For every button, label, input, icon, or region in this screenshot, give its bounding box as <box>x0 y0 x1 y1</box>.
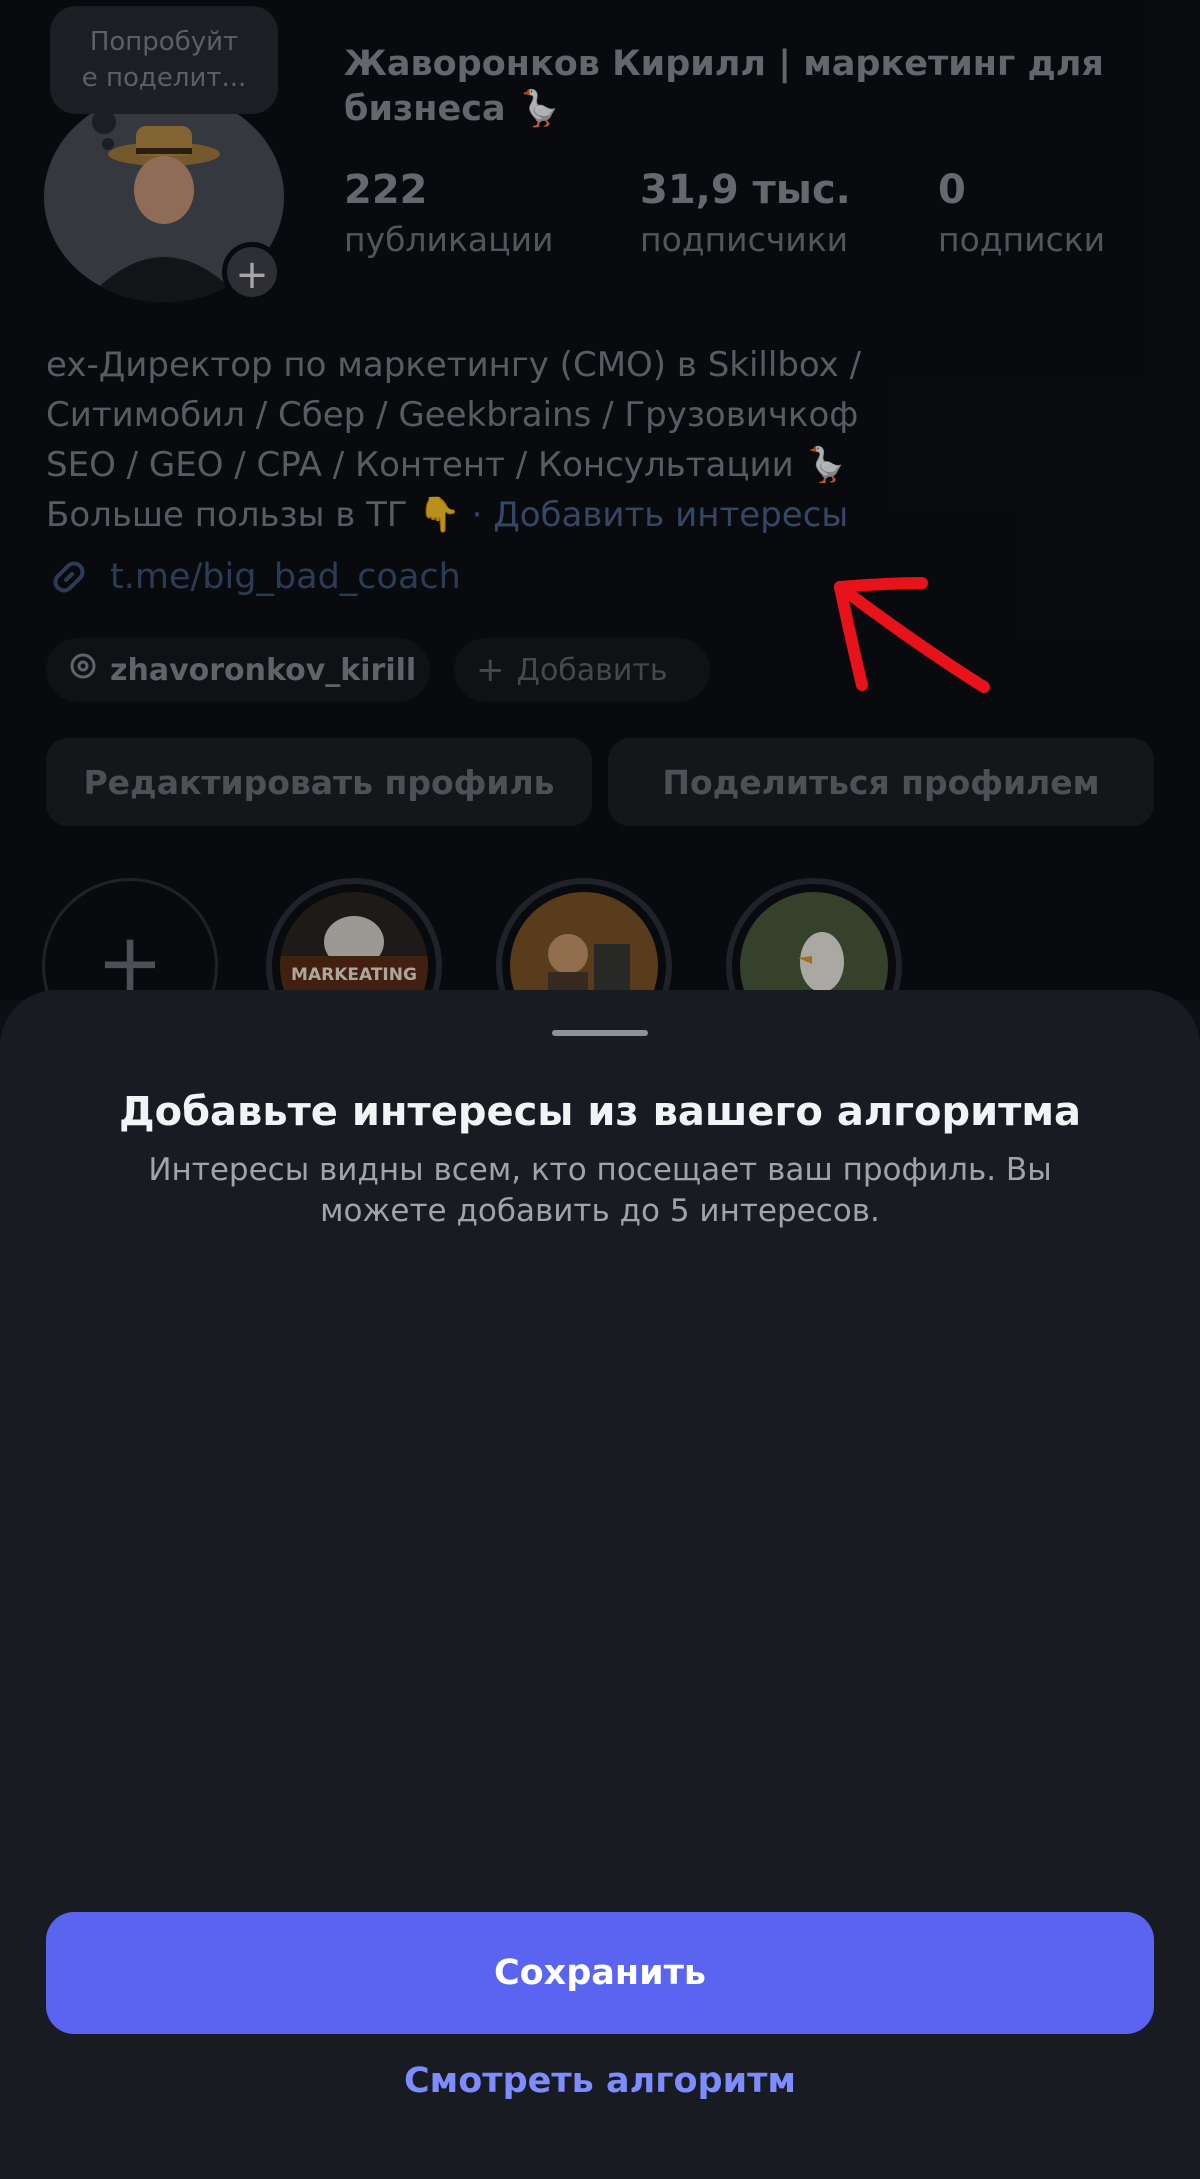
profile-screen: + Попробуйт е поделит... Жаворонков Кири… <box>0 0 1200 1054</box>
bio-line: SEO / GEO / CPA / Контент / Консультации… <box>46 445 847 485</box>
annotation-arrow-icon <box>834 577 990 693</box>
add-link-chip[interactable]: + Добавить <box>454 638 710 702</box>
stat-followers-value: 31,9 тыс. <box>640 167 851 213</box>
note-bubble-tail-small <box>102 138 114 150</box>
stat-following[interactable]: 0 подписки <box>938 168 1105 262</box>
bottom-sheet: Добавьте интересы из вашего алгоритма Ин… <box>0 990 1200 2179</box>
edit-profile-button[interactable]: Редактировать профиль <box>46 738 592 826</box>
add-story-plus-icon[interactable]: + <box>222 242 282 302</box>
profile-link-text: t.me/big_bad_coach <box>110 557 461 597</box>
note-bubble[interactable]: Попробуйт е поделит... <box>50 6 278 114</box>
stat-posts[interactable]: 222 публикации <box>344 168 554 262</box>
sheet-drag-handle[interactable] <box>552 1030 648 1036</box>
stat-following-value: 0 <box>938 167 966 213</box>
threads-icon <box>68 651 98 689</box>
bio-line: Ситимобил / Сбер / Geekbrains / Грузович… <box>46 395 859 435</box>
stat-posts-label: публикации <box>344 220 554 259</box>
display-name: Жаворонков Кирилл | маркетинг для бизнес… <box>344 44 1104 129</box>
stat-followers-label: подписчики <box>640 220 849 259</box>
stat-posts-value: 222 <box>344 167 428 213</box>
bio-line: ex-Директор по маркетингу (CMO) в Skillb… <box>46 345 862 385</box>
sheet-subtitle: Интересы видны всем, кто посещает ваш пр… <box>148 1152 1052 1229</box>
profile-link[interactable]: t.me/big_bad_coach <box>46 552 461 602</box>
link-icon <box>53 561 85 593</box>
bio-line-last: Больше пользы в ТГ 👇 · Добавить интересы <box>46 490 1146 540</box>
view-algorithm-link[interactable]: Смотреть алгоритм <box>0 2058 1200 2104</box>
highlight-label: MARKEATING <box>291 965 417 985</box>
bio-line-text: Больше пользы в ТГ 👇 <box>46 495 461 535</box>
save-button[interactable]: Сохранить <box>46 1912 1154 2034</box>
threads-chip[interactable]: zhavoronkov_kirill <box>46 638 430 702</box>
bio: ex-Директор по маркетингу (CMO) в Skillb… <box>46 340 1146 540</box>
add-chip-label: Добавить <box>516 652 668 688</box>
add-icon: + <box>476 650 505 690</box>
stat-following-label: подписки <box>938 220 1106 259</box>
add-interests-link[interactable]: · Добавить интересы <box>472 495 849 535</box>
sheet-title: Добавьте интересы из вашего алгоритма <box>118 1089 1082 1135</box>
stat-followers[interactable]: 31,9 тыс. подписчики <box>640 168 851 262</box>
share-profile-button[interactable]: Поделиться профилем <box>608 738 1154 826</box>
threads-handle: zhavoronkov_kirill <box>110 652 417 688</box>
note-bubble-tail <box>92 110 116 134</box>
